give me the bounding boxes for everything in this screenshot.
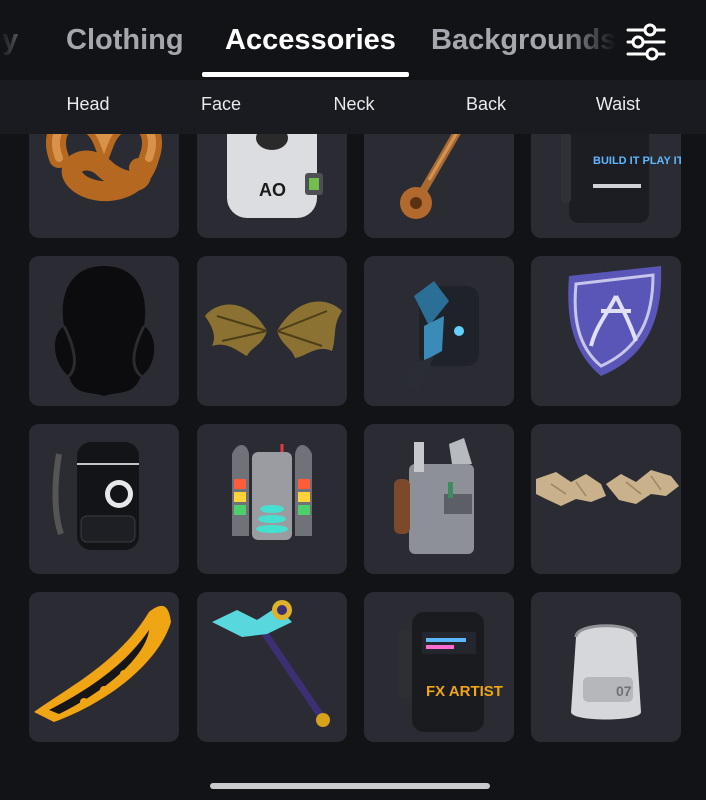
item-tile[interactable]: AO	[197, 134, 347, 238]
paper-scroll-wings	[536, 470, 679, 506]
subtab-waist[interactable]: Waist	[568, 94, 668, 115]
item-tile[interactable]: FX ARTIST	[364, 592, 514, 742]
tab-accessories[interactable]: Accessories	[225, 24, 396, 57]
item-tile[interactable]	[29, 424, 179, 574]
crystal-staff	[212, 600, 330, 727]
item-tile[interactable]	[29, 592, 179, 742]
silver-backpack: 07	[571, 624, 641, 720]
active-tab-indicator	[202, 72, 409, 77]
tab-clothing[interactable]: Clothing	[66, 24, 184, 57]
pretzel-accessory	[46, 134, 162, 201]
koala-backpack-label: AO	[259, 180, 286, 200]
tab-body[interactable]: ly	[0, 24, 18, 57]
koala-backpack: AO	[227, 134, 323, 218]
subtab-face[interactable]: Face	[171, 94, 271, 115]
item-tile[interactable]: BUILD IT PLAY IT	[531, 134, 681, 238]
item-tile[interactable]	[364, 424, 514, 574]
blue-crystal-jetpack	[404, 281, 479, 391]
home-indicator[interactable]	[210, 783, 490, 789]
item-tile[interactable]	[197, 256, 347, 406]
builder-backpack	[394, 438, 474, 554]
build-it-backpack: BUILD IT PLAY IT	[561, 134, 681, 223]
item-tile[interactable]	[364, 134, 514, 238]
copper-mace	[400, 134, 461, 219]
fx-artist-label: FX ARTIST	[426, 683, 503, 700]
item-tile[interactable]	[531, 256, 681, 406]
sliders-icon	[626, 23, 666, 61]
item-tile[interactable]	[29, 134, 179, 238]
subtab-back[interactable]: Back	[436, 94, 536, 115]
silver-backpack-label: 07	[616, 683, 632, 699]
item-tile[interactable]	[197, 424, 347, 574]
item-grid: AO BUILD IT PLAY IT FX ARTIST 07	[0, 134, 706, 770]
golden-bat-wings	[205, 301, 342, 358]
shadow-cloak	[54, 266, 155, 396]
fx-artist-backpack: FX ARTIST	[398, 612, 503, 732]
rainbow-jetpack	[232, 444, 312, 540]
item-tile[interactable]: 07	[531, 592, 681, 742]
gold-black-blade	[34, 605, 171, 722]
build-it-label: BUILD IT PLAY IT	[593, 155, 681, 167]
subtab-head[interactable]: Head	[38, 94, 138, 115]
subtab-neck[interactable]: Neck	[304, 94, 404, 115]
jurassic-world-backpack	[52, 442, 139, 550]
item-tile[interactable]	[29, 256, 179, 406]
item-tile[interactable]	[197, 592, 347, 742]
tab-backgrounds[interactable]: Backgrounds	[431, 24, 616, 57]
phoenix-shield	[568, 266, 662, 376]
item-tile[interactable]	[531, 424, 681, 574]
filter-button[interactable]	[620, 18, 672, 66]
item-tile[interactable]	[364, 256, 514, 406]
category-tab-bar: ly Clothing Accessories Backgrounds	[0, 0, 706, 80]
